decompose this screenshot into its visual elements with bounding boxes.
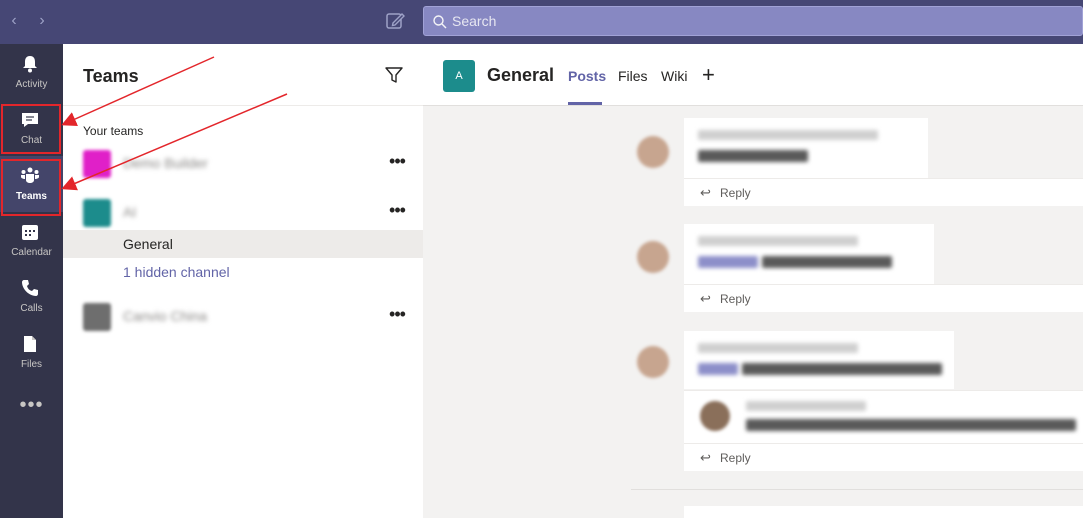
message-card — [684, 224, 934, 284]
message-body — [762, 256, 892, 268]
search-box[interactable] — [423, 6, 1083, 36]
team-name: AI — [123, 204, 137, 220]
channel-header: A General Posts Files Wiki + — [423, 44, 1083, 106]
divider — [631, 489, 1083, 490]
mention-link — [698, 363, 738, 375]
more-options-icon[interactable]: ••• — [385, 305, 409, 323]
phone-icon — [22, 280, 38, 296]
avatar — [637, 241, 669, 273]
rail-item-activity[interactable]: Activity — [0, 44, 63, 100]
reply-icon: ↩ — [700, 291, 711, 306]
rail-item-calendar[interactable]: Calendar — [0, 212, 63, 268]
message-meta — [698, 343, 858, 353]
reply-label: Reply — [720, 292, 751, 306]
your-teams-label: Your teams — [83, 124, 144, 138]
reply-label: Reply — [720, 186, 751, 200]
channel-view: A General Posts Files Wiki + ↩ Reply ↩ R… — [423, 44, 1083, 518]
compose-icon[interactable] — [384, 10, 406, 32]
mention-link — [698, 256, 758, 268]
rail-item-label: Activity — [15, 79, 48, 90]
tab-wiki[interactable]: Wiki — [661, 68, 687, 84]
more-options-icon[interactable]: ••• — [385, 201, 409, 219]
reply-label: Reply — [720, 451, 751, 465]
team-avatar — [83, 199, 111, 227]
title-bar: ‹ › — [0, 0, 1083, 44]
message-body — [742, 363, 942, 375]
rail-item-calls[interactable]: Calls — [0, 268, 63, 324]
tab-files[interactable]: Files — [618, 68, 648, 84]
team-row[interactable]: AI ••• — [63, 191, 423, 231]
team-row[interactable]: Canvio China ••• — [63, 295, 423, 335]
bell-icon — [23, 56, 37, 73]
search-input[interactable] — [452, 11, 1052, 31]
channel-label: General — [123, 236, 173, 252]
rail-item-files[interactable]: Files — [0, 324, 63, 380]
back-arrow-icon[interactable]: ‹ — [6, 12, 22, 30]
channel-title: General — [487, 65, 555, 85]
reply-button[interactable]: ↩ Reply — [684, 178, 1083, 206]
more-options-icon[interactable]: ••• — [385, 152, 409, 170]
rail-item-label: Files — [20, 359, 43, 370]
reply-icon: ↩ — [700, 185, 711, 200]
team-row[interactable]: Demo Builder ••• — [63, 142, 423, 182]
annotation-highlight-chat — [1, 104, 61, 154]
avatar — [637, 136, 669, 168]
rail-item-label: Calendar — [11, 247, 52, 258]
hidden-channel-label: 1 hidden channel — [123, 264, 230, 280]
message-meta — [698, 130, 878, 140]
team-avatar — [83, 150, 111, 178]
team-name: Canvio China — [123, 308, 208, 324]
channel-item-general[interactable]: General — [63, 230, 423, 258]
file-icon — [24, 336, 36, 352]
team-name: Demo Builder — [123, 155, 208, 171]
add-tab-icon[interactable]: + — [702, 62, 715, 88]
active-tab-indicator — [568, 102, 602, 105]
message-card — [684, 118, 928, 178]
message-meta — [698, 236, 858, 246]
hidden-channels-link[interactable]: 1 hidden channel — [63, 258, 423, 286]
reply-button[interactable]: ↩ Reply — [684, 443, 1083, 471]
tab-posts[interactable]: Posts — [568, 68, 606, 84]
reply-icon: ↩ — [700, 450, 711, 465]
rail-item-label: Calls — [20, 303, 43, 314]
avatar — [637, 346, 669, 378]
forward-arrow-icon[interactable]: › — [34, 12, 50, 30]
message-body — [698, 150, 808, 162]
calendar-icon — [22, 225, 38, 240]
divider — [63, 105, 423, 106]
team-avatar — [83, 303, 111, 331]
channel-avatar: A — [443, 60, 475, 92]
reply-button[interactable]: ↩ Reply — [684, 284, 1083, 312]
filter-icon[interactable] — [385, 66, 403, 84]
message-card — [684, 506, 1083, 518]
message-card — [684, 331, 954, 389]
reply-message — [684, 390, 1083, 445]
avatar — [700, 401, 730, 431]
message-meta — [746, 401, 866, 411]
annotation-highlight-teams — [1, 159, 61, 216]
search-icon — [433, 15, 447, 29]
teams-list-pane: Teams Your teams Demo Builder ••• AI •••… — [63, 44, 423, 518]
message-body — [746, 419, 1076, 431]
page-title: Teams — [83, 66, 139, 86]
more-apps-icon[interactable]: ••• — [0, 394, 63, 424]
